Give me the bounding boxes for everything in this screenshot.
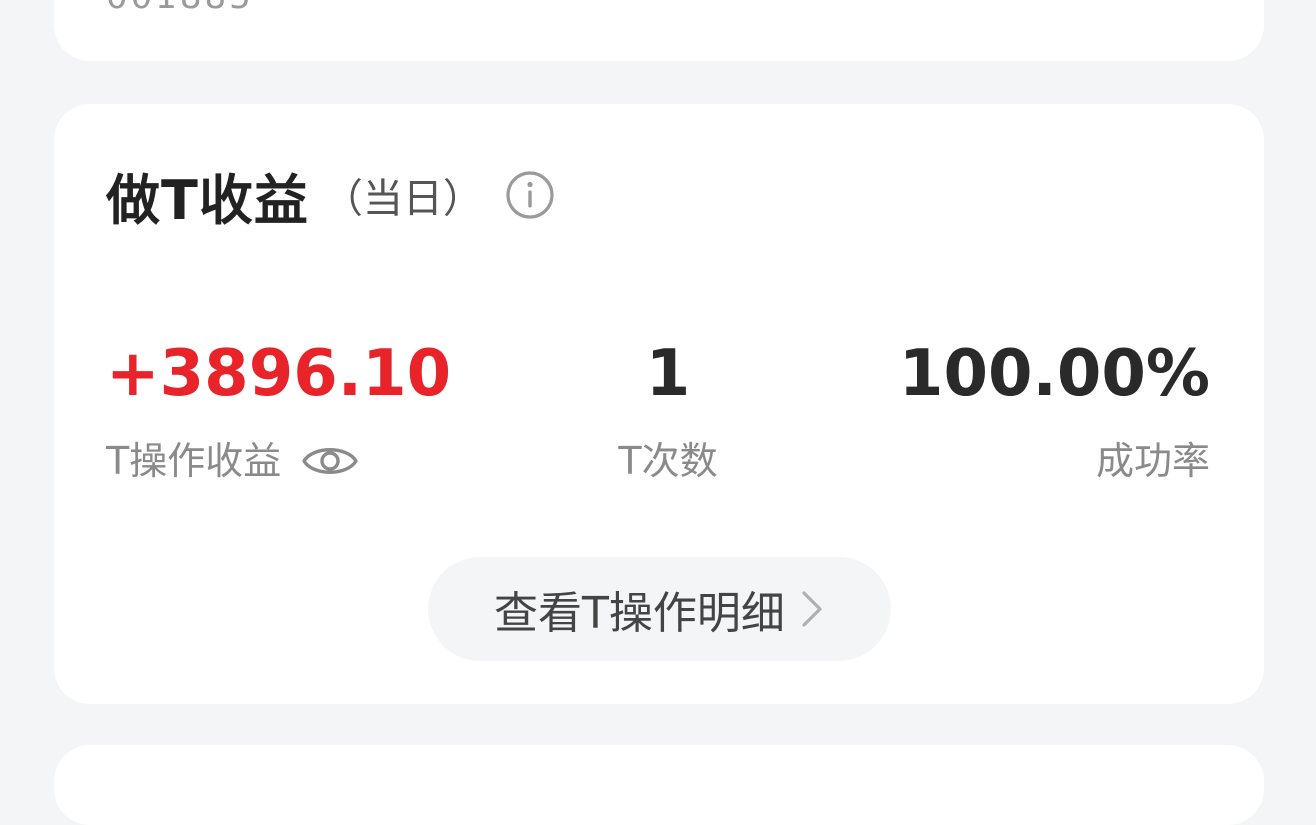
card-subtitle: （当日） — [322, 176, 483, 222]
success-rate-value: 100.00% — [898, 337, 1210, 411]
view-t-details-label: 查看T操作明细 — [494, 588, 785, 639]
previous-card-partial-text: 001885 — [106, 0, 254, 14]
next-card — [54, 745, 1264, 825]
card-title: 做T收益 — [106, 168, 309, 232]
t-count-value: 1 — [645, 337, 691, 411]
chevron-right-icon — [799, 587, 825, 631]
eye-icon[interactable] — [301, 440, 359, 482]
info-icon[interactable] — [505, 170, 555, 220]
t-profit-label-group: T操作收益 — [106, 436, 359, 486]
t-profit-label: T操作收益 — [106, 439, 282, 483]
t-profit-value: +3896.10 — [106, 337, 452, 411]
success-rate-label: 成功率 — [1095, 439, 1210, 483]
view-t-details-button[interactable]: 查看T操作明细 — [428, 557, 891, 661]
t-count-label: T次数 — [618, 439, 718, 483]
card-header: 做T收益 （当日） — [106, 160, 555, 232]
